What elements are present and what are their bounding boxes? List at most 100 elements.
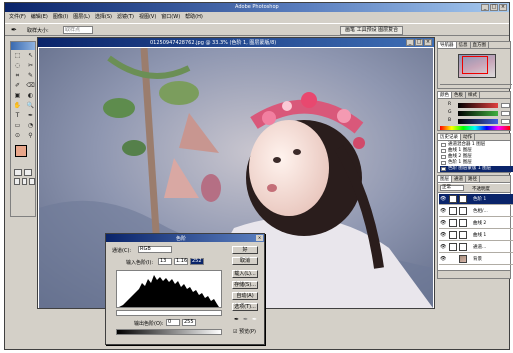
lasso-tool-icon[interactable]: ◌ bbox=[12, 61, 23, 70]
ok-button[interactable]: 好 bbox=[232, 246, 258, 254]
minimize-button[interactable]: _ bbox=[481, 4, 489, 11]
doc-close-button[interactable]: × bbox=[424, 39, 432, 46]
layer-row[interactable]: 👁 曲线 2 bbox=[439, 218, 513, 229]
eyedropper-icon[interactable]: ✒ bbox=[11, 26, 17, 34]
foreground-color-swatch[interactable] bbox=[15, 145, 27, 157]
history-state-icon bbox=[441, 149, 446, 153]
shape-tool-icon[interactable]: ▭ bbox=[12, 121, 23, 130]
eye-icon[interactable]: 👁 bbox=[440, 230, 446, 241]
tab-actions[interactable]: 动作 bbox=[461, 134, 475, 140]
eye-icon[interactable]: 👁 bbox=[440, 254, 446, 265]
gray-eyedropper-icon[interactable]: ✒ bbox=[242, 316, 249, 323]
standard-mode-button[interactable] bbox=[14, 169, 22, 176]
black-eyedropper-icon[interactable]: ✒ bbox=[233, 316, 240, 323]
tab-layers[interactable]: 图层 bbox=[438, 176, 452, 182]
tab-swatches[interactable]: 色板 bbox=[452, 92, 466, 98]
options-button[interactable]: 选项(T)... bbox=[232, 303, 258, 311]
color-spectrum-bar[interactable] bbox=[440, 126, 510, 130]
levels-close-button[interactable]: × bbox=[256, 235, 263, 241]
screen-mode-standard-button[interactable] bbox=[14, 178, 20, 185]
screen-mode-full-button[interactable] bbox=[29, 178, 36, 185]
hand-tool-icon[interactable]: ✋ bbox=[12, 101, 23, 110]
move-tool-icon[interactable]: ↖ bbox=[25, 51, 36, 60]
menu-layer[interactable]: 图层(L) bbox=[73, 13, 90, 22]
quick-mask-mode-button[interactable] bbox=[24, 169, 32, 176]
color-b-field[interactable] bbox=[501, 119, 510, 124]
zoom-tool-icon[interactable]: 🔍 bbox=[25, 101, 36, 110]
pen-tool-icon[interactable]: ✒ bbox=[25, 111, 36, 120]
color-r-slider[interactable] bbox=[458, 103, 498, 108]
menu-image[interactable]: 图像(I) bbox=[53, 13, 68, 22]
close-button[interactable]: × bbox=[499, 4, 507, 11]
notes-tool-icon[interactable]: ◔ bbox=[25, 121, 36, 130]
output-gradient-slider[interactable] bbox=[116, 329, 222, 335]
input-slider[interactable] bbox=[116, 310, 222, 316]
measure-tool-icon[interactable]: ⚲ bbox=[25, 131, 36, 140]
menu-file[interactable]: 文件(F) bbox=[9, 13, 26, 22]
input-midtone-field[interactable]: 1.16 bbox=[174, 258, 188, 265]
marquee-tool-icon[interactable]: ⬚ bbox=[12, 51, 23, 60]
tab-paths[interactable]: 路径 bbox=[466, 176, 480, 182]
color-r-field[interactable] bbox=[501, 103, 510, 108]
layer-row-selected[interactable]: 👁 色阶 1 bbox=[439, 194, 513, 205]
menu-edit[interactable]: 编辑(E) bbox=[31, 13, 48, 22]
tab-info[interactable]: 信息 bbox=[457, 42, 471, 48]
blend-mode-select[interactable]: 正常 bbox=[440, 185, 464, 191]
menu-select[interactable]: 选择(S) bbox=[95, 13, 112, 22]
white-eyedropper-icon[interactable]: ✒ bbox=[251, 316, 258, 323]
color-g-slider[interactable] bbox=[458, 111, 498, 116]
eye-icon[interactable]: 👁 bbox=[440, 218, 446, 229]
load-button[interactable]: 载入(L)... bbox=[232, 270, 258, 278]
navigator-view-box[interactable] bbox=[462, 56, 488, 74]
tab-styles[interactable]: 样式 bbox=[466, 92, 480, 98]
menu-view[interactable]: 视图(V) bbox=[139, 13, 156, 22]
sample-size-select[interactable]: 取样点 bbox=[63, 26, 93, 34]
palette-well-tabs[interactable]: 画笔 工具预设 图层复合 bbox=[340, 26, 404, 35]
tab-histogram[interactable]: 直方图 bbox=[471, 42, 489, 48]
navigator-zoom-slider[interactable] bbox=[440, 84, 512, 90]
save-button[interactable]: 存储(S)... bbox=[232, 281, 258, 289]
eyedropper-tool-icon[interactable]: ⊙ bbox=[12, 131, 23, 140]
channel-select[interactable]: RGB bbox=[138, 246, 172, 253]
title-bar: Adobe Photoshop _ □ × bbox=[5, 3, 509, 12]
menu-window[interactable]: 窗口(W) bbox=[161, 13, 180, 22]
history-item-selected[interactable]: 色阶 图层蒙版 1 图层 bbox=[440, 166, 513, 172]
brush-tool-icon[interactable]: ✎ bbox=[25, 71, 36, 80]
layer-row-background[interactable]: 👁 背景 bbox=[439, 254, 513, 265]
output-highlight-field[interactable]: 255 bbox=[182, 319, 196, 326]
pencil-tool-icon[interactable]: ✐ bbox=[12, 81, 23, 90]
eye-icon[interactable]: 👁 bbox=[440, 242, 446, 253]
preview-checkbox[interactable]: ☑ 预览(P) bbox=[233, 328, 256, 335]
output-shadow-field[interactable]: 0 bbox=[166, 319, 180, 326]
doc-minimize-button[interactable]: _ bbox=[406, 39, 414, 46]
menu-help[interactable]: 帮助(H) bbox=[185, 13, 203, 22]
crop-tool-icon[interactable]: ✂ bbox=[25, 61, 36, 70]
eye-icon[interactable]: 👁 bbox=[440, 194, 446, 205]
gradient-tool-icon[interactable]: ▣ bbox=[12, 91, 23, 100]
eraser-tool-icon[interactable]: ⌫ bbox=[25, 81, 36, 90]
auto-button[interactable]: 自动(A) bbox=[232, 292, 258, 300]
tab-channels[interactable]: 通道 bbox=[452, 176, 466, 182]
dodge-tool-icon[interactable]: ◐ bbox=[25, 91, 36, 100]
maximize-button[interactable]: □ bbox=[490, 4, 498, 11]
tab-navigator[interactable]: 导航器 bbox=[438, 42, 457, 48]
slice-tool-icon[interactable]: ⌗ bbox=[12, 71, 23, 80]
input-highlight-field[interactable]: 252 bbox=[190, 258, 204, 265]
screen-mode-full-menu-button[interactable] bbox=[21, 178, 28, 185]
layer-row[interactable]: 👁 色相/... bbox=[439, 206, 513, 217]
color-g-field[interactable] bbox=[501, 111, 510, 116]
channel-label: 通道(C): bbox=[112, 248, 132, 254]
doc-maximize-button[interactable]: □ bbox=[415, 39, 423, 46]
tab-color[interactable]: 颜色 bbox=[438, 92, 452, 98]
eye-icon[interactable]: 👁 bbox=[440, 206, 446, 217]
history-panel: 历史记录 动作 通道混合器 1 图层 曲线 1 图层 曲线 2 图层 色阶 1 … bbox=[437, 133, 513, 173]
layers-tabs: 图层 通道 路径 bbox=[438, 176, 510, 183]
layer-row[interactable]: 👁 曲线 1 bbox=[439, 230, 513, 241]
type-tool-icon[interactable]: T bbox=[12, 111, 23, 120]
tab-history[interactable]: 历史记录 bbox=[438, 134, 461, 140]
layer-row[interactable]: 👁 通道... bbox=[439, 242, 513, 253]
menu-filter[interactable]: 滤镜(T) bbox=[117, 13, 134, 22]
color-b-slider[interactable] bbox=[458, 119, 498, 124]
cancel-button[interactable]: 取消 bbox=[232, 257, 258, 265]
input-shadow-field[interactable]: 13 bbox=[158, 258, 172, 265]
